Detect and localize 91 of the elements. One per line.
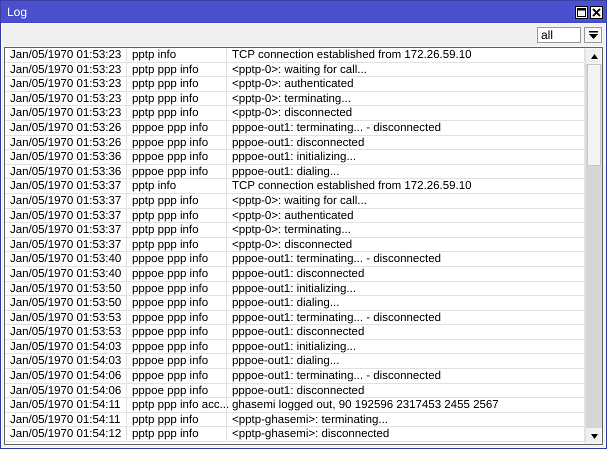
log-row[interactable]: Jan/05/1970 01:53:36 pppoe ppp info pppoe-out1: dialing... bbox=[5, 164, 585, 180]
log-row[interactable]: Jan/05/1970 01:54:06 pppoe ppp info pppoe-out1: disconnected bbox=[5, 384, 585, 398]
filter-field[interactable]: all bbox=[537, 27, 581, 43]
time-cell: Jan/05/1970 01:54:03 bbox=[5, 340, 127, 354]
log-row[interactable]: Jan/05/1970 01:53:23 pptp ppp info <pptp-0>: terminating... bbox=[5, 92, 585, 106]
time-cell: Jan/05/1970 01:53:23 bbox=[5, 77, 127, 92]
time-cell: Jan/05/1970 01:53:50 bbox=[5, 296, 127, 310]
down-arrow-icon bbox=[588, 30, 598, 40]
log-row[interactable]: Jan/05/1970 01:53:53 pppoe ppp info pppoe-out1: terminating... - disconnected bbox=[5, 310, 585, 326]
log-row[interactable]: Jan/05/1970 01:53:26 pppoe ppp info pppoe-out1: terminating... - disconnected bbox=[5, 120, 585, 136]
topics-cell: pptp ppp info bbox=[127, 92, 227, 106]
up-arrow-icon bbox=[590, 54, 598, 58]
log-row[interactable]: Jan/05/1970 01:54:03 pppoe ppp info pppoe-out1: dialing... bbox=[5, 354, 585, 370]
log-row[interactable]: Jan/05/1970 01:53:23 pptp ppp info <pptp-0>: disconnected bbox=[5, 106, 585, 121]
log-row[interactable]: Jan/05/1970 01:53:53 pppoe ppp info pppoe-out1: disconnected bbox=[5, 325, 585, 340]
topics-cell: pppoe ppp info bbox=[127, 252, 227, 266]
dropdown-button[interactable] bbox=[584, 27, 602, 43]
topics-cell: pptp info bbox=[127, 48, 227, 62]
log-row[interactable]: Jan/05/1970 01:53:40 pppoe ppp info pppoe-out1: disconnected bbox=[5, 266, 585, 282]
topics-cell: pptp ppp info acc... bbox=[127, 398, 227, 412]
topics-cell: pppoe ppp info bbox=[127, 150, 227, 164]
time-cell: Jan/05/1970 01:53:40 bbox=[5, 266, 127, 281]
maximize-button[interactable] bbox=[575, 6, 588, 18]
log-row[interactable]: Jan/05/1970 01:54:12 pptp ppp info <pptp-ghasemi>: disconnected bbox=[5, 427, 585, 442]
time-cell: Jan/05/1970 01:53:23 bbox=[5, 92, 127, 106]
time-cell: Jan/05/1970 01:53:53 bbox=[5, 325, 127, 340]
topics-cell: pppoe ppp info bbox=[127, 282, 227, 296]
time-cell: Jan/05/1970 01:53:37 bbox=[5, 179, 127, 194]
log-row[interactable]: Jan/05/1970 01:54:11 pptp ppp info acc... ghasemi logged out, 90 192596 2317453 2455 2567 bbox=[5, 398, 585, 413]
topics-cell: pptp ppp info bbox=[127, 412, 227, 427]
time-cell: Jan/05/1970 01:53:36 bbox=[5, 164, 127, 179]
topics-cell: pppoe ppp info bbox=[127, 310, 227, 325]
topics-cell: pppoe ppp info bbox=[127, 296, 227, 310]
log-row[interactable]: Jan/05/1970 01:53:26 pppoe ppp info pppoe-out1: disconnected bbox=[5, 136, 585, 150]
topics-cell: pppoe ppp info bbox=[127, 369, 227, 384]
time-cell: Jan/05/1970 01:54:12 bbox=[5, 427, 127, 442]
log-row[interactable]: Jan/05/1970 01:53:37 pptp ppp info <pptp-0>: authenticated bbox=[5, 208, 585, 224]
log-row[interactable]: Jan/05/1970 01:53:37 pptp info TCP connection established from 172.26.59.10 bbox=[5, 179, 585, 194]
time-cell: Jan/05/1970 01:54:06 bbox=[5, 384, 127, 398]
topics-cell: pptp ppp info bbox=[127, 106, 227, 120]
topics-cell: pppoe ppp info bbox=[127, 384, 227, 398]
topics-cell: pptp ppp info bbox=[127, 223, 227, 238]
time-cell: Jan/05/1970 01:53:37 bbox=[5, 208, 127, 223]
time-cell: Jan/05/1970 01:53:40 bbox=[5, 252, 127, 266]
time-cell: Jan/05/1970 01:54:11 bbox=[5, 398, 127, 412]
topics-cell: pptp ppp info bbox=[127, 194, 227, 208]
log-row[interactable]: Jan/05/1970 01:53:37 pptp ppp info <pptp-0>: waiting for call... bbox=[5, 194, 585, 209]
topics-cell: pppoe ppp info bbox=[127, 120, 227, 135]
time-cell: Jan/05/1970 01:53:53 bbox=[5, 310, 127, 325]
time-cell: Jan/05/1970 01:53:36 bbox=[5, 150, 127, 164]
time-cell: Jan/05/1970 01:54:06 bbox=[5, 369, 127, 384]
window-title: Log bbox=[7, 5, 28, 19]
log-row[interactable]: Jan/05/1970 01:53:36 pppoe ppp info pppoe-out1: initializing... bbox=[5, 150, 585, 165]
time-cell: Jan/05/1970 01:54:03 bbox=[5, 354, 127, 368]
log-row[interactable]: Jan/05/1970 01:53:23 pptp ppp info <pptp-0>: authenticated bbox=[5, 77, 585, 92]
down-arrow-icon bbox=[590, 434, 598, 438]
topics-cell: pptp info bbox=[127, 179, 227, 194]
topics-cell: pptp ppp info bbox=[127, 427, 227, 442]
log-row[interactable]: Jan/05/1970 01:54:11 pptp ppp info <pptp-ghasemi>: terminating... bbox=[5, 412, 585, 428]
topics-cell: pptp ppp info bbox=[127, 238, 227, 252]
time-cell: Jan/05/1970 01:53:50 bbox=[5, 282, 127, 296]
time-cell: Jan/05/1970 01:53:23 bbox=[5, 62, 127, 77]
time-cell: Jan/05/1970 01:53:26 bbox=[5, 120, 127, 135]
topics-cell: pppoe ppp info bbox=[127, 164, 227, 179]
log-row[interactable]: Jan/05/1970 01:53:23 pptp ppp info <pptp-0>: waiting for call... bbox=[5, 62, 585, 78]
time-cell: Jan/05/1970 01:53:23 bbox=[5, 48, 127, 62]
time-cell: Jan/05/1970 01:53:37 bbox=[5, 238, 127, 252]
log-row[interactable]: Jan/05/1970 01:54:03 pppoe ppp info pppoe-out1: initializing... bbox=[5, 340, 585, 354]
time-cell: Jan/05/1970 01:53:26 bbox=[5, 136, 127, 150]
scrollbar[interactable] bbox=[585, 48, 602, 444]
topics-cell: pppoe ppp info bbox=[127, 325, 227, 340]
topics-cell: pptp ppp info bbox=[127, 208, 227, 223]
topics-cell: pptp ppp info bbox=[127, 77, 227, 92]
time-cell: Jan/05/1970 01:54:11 bbox=[5, 412, 127, 427]
log-row[interactable]: Jan/05/1970 01:53:40 pppoe ppp info pppoe-out1: terminating... - disconnected bbox=[5, 252, 585, 267]
log-row[interactable]: Jan/05/1970 01:53:37 pptp ppp info <pptp-0>: disconnected bbox=[5, 238, 585, 252]
scrollbar-thumb[interactable] bbox=[587, 64, 601, 166]
log-row[interactable]: Jan/05/1970 01:53:50 pppoe ppp info pppoe-out1: initializing... bbox=[5, 282, 585, 296]
time-cell: Jan/05/1970 01:53:37 bbox=[5, 194, 127, 208]
topics-cell: pppoe ppp info bbox=[127, 340, 227, 354]
topics-cell: pppoe ppp info bbox=[127, 354, 227, 368]
log-row[interactable]: Jan/05/1970 01:53:23 pptp info TCP connection established from 172.26.59.10 bbox=[5, 48, 585, 63]
log-row[interactable]: Jan/05/1970 01:53:37 pptp ppp info <pptp-0>: terminating... bbox=[5, 223, 585, 238]
close-button[interactable] bbox=[590, 6, 603, 18]
time-cell: Jan/05/1970 01:53:37 bbox=[5, 223, 127, 238]
topics-cell: pppoe ppp info bbox=[127, 136, 227, 150]
topics-cell: pppoe ppp info bbox=[127, 266, 227, 281]
topics-cell: pptp ppp info bbox=[127, 62, 227, 77]
time-cell: Jan/05/1970 01:53:23 bbox=[5, 106, 127, 120]
log-row[interactable]: Jan/05/1970 01:53:50 pppoe ppp info pppoe-out1: dialing... bbox=[5, 296, 585, 311]
log-row[interactable]: Jan/05/1970 01:54:06 pppoe ppp info pppoe-out1: terminating... - disconnected bbox=[5, 369, 585, 384]
